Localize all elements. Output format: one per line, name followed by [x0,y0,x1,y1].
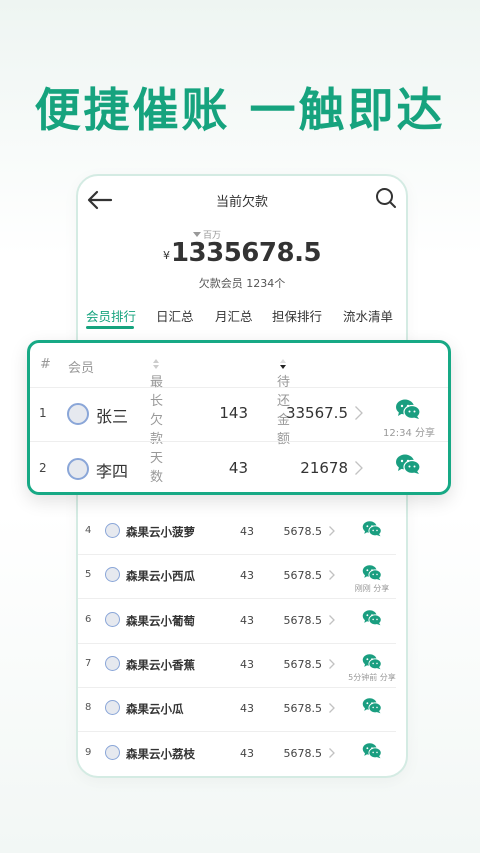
table-row[interactable]: 8 森果云小瓜 43 5678.5 [78,688,406,733]
table-row[interactable]: 2 李四 43 21678 [30,442,448,492]
chevron-right-icon[interactable] [328,525,336,537]
member-name: 张三 [96,407,129,426]
wechat-icon[interactable] [362,609,382,626]
chevron-right-icon[interactable] [354,460,364,476]
avatar [67,403,89,425]
overdue-days: 143 [219,404,248,422]
due-amount: 5678.5 [283,613,323,627]
member-name: 森果云小菠萝 [126,525,195,539]
chevron-right-icon[interactable] [328,569,336,581]
row-divider [78,775,396,776]
member-name: 森果云小香蕉 [126,657,195,672]
featured-table-card: # 会员 最长欠款天数 待还金额 1 张三 143 33567.5 12:34 … [27,340,451,495]
table-row[interactable]: 5 森果云小西瓜 43 5678.5 刚刚 分享 [78,555,406,600]
avatar [105,567,120,583]
avatar [105,744,120,760]
wechat-icon[interactable] [362,697,382,714]
sort-desc-icon [280,359,286,369]
table-row[interactable]: 4 森果云小菠萝 43 5678.5 [78,511,406,555]
caret-down-icon [193,232,201,237]
row-rank: 4 [85,525,92,536]
total-amount: ¥1335678.5 [78,238,406,268]
wechat-icon[interactable] [362,742,382,759]
due-amount: 5678.5 [283,746,323,760]
due-amount: 33567.5 [285,404,348,422]
overdue-days: 43 [240,569,254,583]
member-name: 李四 [96,462,129,481]
overdue-days: 43 [240,702,254,716]
table-row[interactable]: 7 森果云小香蕉 43 5678.5 5分钟前 分享 [78,644,406,688]
avatar [105,523,120,538]
chevron-right-icon[interactable] [328,747,336,759]
currency-symbol: ¥ [162,249,170,262]
tab-transaction-list[interactable]: 流水清单 [343,306,393,325]
avatar [105,700,120,716]
active-tab-indicator [86,326,134,329]
amount-value: 1335678.5 [170,238,322,268]
row-rank: 1 [39,406,47,420]
table-header: # 会员 最长欠款天数 待还金额 [30,343,448,485]
avatar [67,458,89,480]
overdue-days: 43 [240,746,254,760]
row-rank: 8 [85,702,92,714]
row-rank: 6 [85,613,92,625]
row-rank: 5 [85,569,92,581]
row-rank: 9 [85,746,92,758]
header-member: 会员 [68,361,95,376]
table-row[interactable]: 6 森果云小葡萄 43 5678.5 [78,600,406,644]
overdue-days: 43 [240,657,254,671]
chevron-right-icon[interactable] [328,614,336,626]
overdue-days: 43 [240,613,254,627]
overdue-days: 43 [228,459,248,477]
header-rank: # [40,357,51,372]
chevron-right-icon[interactable] [354,405,364,421]
due-amount: 21678 [300,459,348,477]
tab-member-ranking[interactable]: 会员排行 [86,306,136,325]
wechat-icon[interactable] [395,453,421,475]
nav-bar: 当前欠款 [78,176,406,224]
wechat-icon[interactable] [362,564,382,581]
row-rank: 7 [85,657,92,669]
overdue-days: 43 [240,525,254,538]
member-name: 森果云小西瓜 [126,569,195,584]
wechat-icon[interactable] [362,653,382,670]
share-status: 12:34 分享 [383,428,435,439]
share-status: 5分钟前 分享 [348,672,396,682]
avatar [105,611,120,627]
table-row[interactable]: 9 森果云小荔枝 43 5678.5 [78,733,406,776]
member-count: 欠款会员 1234个 [198,277,286,290]
avatar [105,655,120,671]
due-amount: 5678.5 [283,525,323,538]
sort-icon [153,359,159,369]
header-days[interactable]: 最长欠款天数 [150,357,163,485]
member-name: 森果云小荔枝 [126,746,195,761]
promo-headline: 便捷催账 一触即达 [34,83,446,137]
chevron-right-icon[interactable] [328,658,336,670]
tab-monthly-summary[interactable]: 月汇总 [215,306,253,325]
tab-daily-summary[interactable]: 日汇总 [156,306,194,325]
due-amount: 5678.5 [283,702,323,716]
tab-bar: 会员排行 日汇总 月汇总 担保排行 流水清单 [78,306,406,334]
wechat-icon[interactable] [395,398,421,420]
table-row[interactable]: 1 张三 143 33567.5 12:34 分享 [30,387,448,442]
wechat-icon[interactable] [362,520,382,537]
share-status: 刚刚 分享 [354,584,390,594]
search-icon[interactable] [374,186,398,210]
tab-guarantee-ranking[interactable]: 担保排行 [272,306,322,325]
page-title: 当前欠款 [215,195,268,210]
header-amount[interactable]: 待还金额 [277,357,290,447]
chevron-right-icon[interactable] [328,702,336,714]
row-rank: 2 [39,461,47,475]
due-amount: 5678.5 [283,569,323,583]
member-name: 森果云小瓜 [126,702,184,717]
due-amount: 5678.5 [283,657,323,671]
member-name: 森果云小葡萄 [126,613,195,628]
